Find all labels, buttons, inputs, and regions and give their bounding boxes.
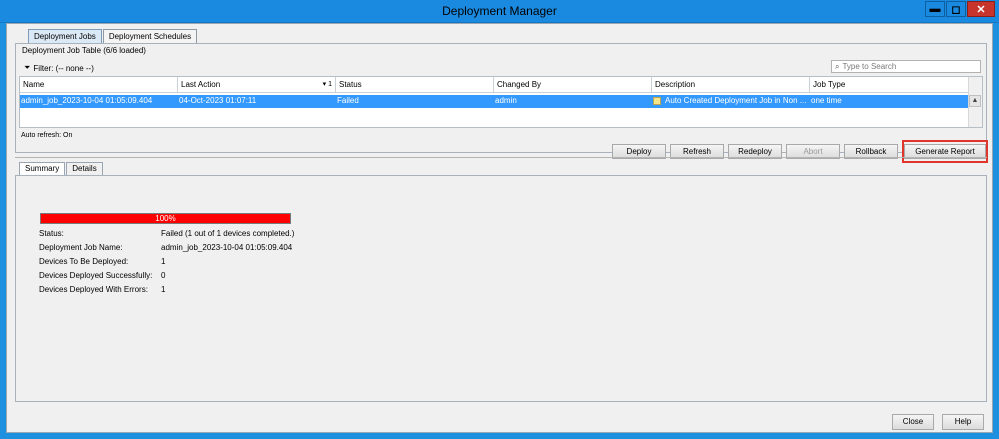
main-tabs: Deployment Jobs Deployment Schedules xyxy=(28,29,198,43)
note-icon xyxy=(653,96,661,105)
window-title: Deployment Manager xyxy=(442,4,557,18)
maximize-button[interactable]: ◻ xyxy=(946,1,966,17)
filter-icon: ⏷ xyxy=(24,63,31,72)
cell-status: Failed xyxy=(337,96,359,105)
deployed-with-errors-value: 1 xyxy=(161,285,166,294)
job-name-value: admin_job_2023-10-04 01:05:09.404 xyxy=(161,243,293,252)
split-divider[interactable] xyxy=(15,157,987,158)
tab-deployment-schedules[interactable]: Deployment Schedules xyxy=(102,29,198,43)
generate-report-highlight xyxy=(902,140,988,163)
table-header: Name Last Action ▾ 1 Status Changed By D… xyxy=(20,77,969,93)
info-row-deployed-successfully: Devices Deployed Successfully: 0 xyxy=(39,271,165,280)
deployed-successfully-label: Devices Deployed Successfully: xyxy=(39,271,153,280)
status-value: Failed (1 out of 1 devices completed.) xyxy=(161,229,295,238)
search-input[interactable]: ⌕ Type to Search xyxy=(831,60,981,73)
deployed-successfully-value: 0 xyxy=(161,271,166,280)
info-row-to-be-deployed: Devices To Be Deployed: 1 xyxy=(39,257,165,266)
col-changed-by[interactable]: Changed By xyxy=(494,77,652,93)
cell-name: admin_job_2023-10-04 01:05:09.404 xyxy=(21,96,153,105)
close-button[interactable]: Close xyxy=(892,414,934,430)
close-window-button[interactable]: ✕ xyxy=(967,1,995,17)
job-name-label: Deployment Job Name: xyxy=(39,243,123,252)
to-be-deployed-value: 1 xyxy=(161,257,166,266)
deployed-with-errors-label: Devices Deployed With Errors: xyxy=(39,285,148,294)
col-name[interactable]: Name xyxy=(20,77,178,93)
col-last-action-label: Last Action xyxy=(181,80,221,89)
to-be-deployed-label: Devices To Be Deployed: xyxy=(39,257,129,266)
tab-deployment-jobs[interactable]: Deployment Jobs xyxy=(28,29,102,43)
scroll-up-arrow-icon[interactable]: ▲ xyxy=(969,95,981,107)
status-label: Status: xyxy=(39,229,64,238)
detail-tabs: Summary Details xyxy=(19,162,104,175)
deployment-job-table: Name Last Action ▾ 1 Status Changed By D… xyxy=(19,76,983,128)
search-icon: ⌕ xyxy=(835,61,840,71)
cell-job-type: one time xyxy=(811,96,842,105)
table-scrollbar[interactable]: ▲ xyxy=(968,77,982,127)
window-client: Deployment Jobs Deployment Schedules Dep… xyxy=(6,23,993,433)
filter-text: Filter: (-- none --) xyxy=(33,63,94,73)
description-text: Auto Created Deployment Job in Non ... xyxy=(665,96,807,105)
table-row[interactable]: admin_job_2023-10-04 01:05:09.404 04-Oct… xyxy=(20,95,969,108)
info-row-deployed-with-errors: Devices Deployed With Errors: 1 xyxy=(39,285,165,294)
auto-refresh-status: Auto refresh: On xyxy=(21,132,73,139)
tab-details[interactable]: Details xyxy=(66,162,103,175)
col-status[interactable]: Status xyxy=(336,77,494,93)
panel-caption: Deployment Job Table (6/6 loaded) xyxy=(22,46,146,55)
info-row-job-name: Deployment Job Name: admin_job_2023-10-0… xyxy=(39,243,292,252)
sort-desc-icon: ▾ 1 xyxy=(322,81,332,88)
deployment-job-panel: Deployment Job Table (6/6 loaded) ⏷ Filt… xyxy=(15,43,988,163)
help-button[interactable]: Help xyxy=(942,414,984,430)
cell-changed-by: admin xyxy=(495,96,517,105)
col-description[interactable]: Description xyxy=(652,77,810,93)
search-placeholder: Type to Search xyxy=(842,62,897,71)
tab-summary[interactable]: Summary xyxy=(19,162,66,175)
title-bar: Deployment Manager ▬ ◻ ✕ xyxy=(0,0,999,23)
info-row-status: Status: Failed (1 out of 1 devices compl… xyxy=(39,229,294,238)
summary-panel: 100% Status: Failed (1 out of 1 devices … xyxy=(15,175,987,402)
cell-description: Auto Created Deployment Job in Non ... xyxy=(652,95,810,108)
minimize-button[interactable]: ▬ xyxy=(925,1,945,17)
col-job-type[interactable]: Job Type xyxy=(810,77,969,93)
col-last-action[interactable]: Last Action ▾ 1 xyxy=(178,77,336,93)
deployment-progress-bar: 100% xyxy=(40,213,291,224)
filter-label[interactable]: ⏷ Filter: (-- none --) xyxy=(24,63,94,73)
cell-last-action: 04-Oct-2023 01:07:11 xyxy=(179,96,257,105)
